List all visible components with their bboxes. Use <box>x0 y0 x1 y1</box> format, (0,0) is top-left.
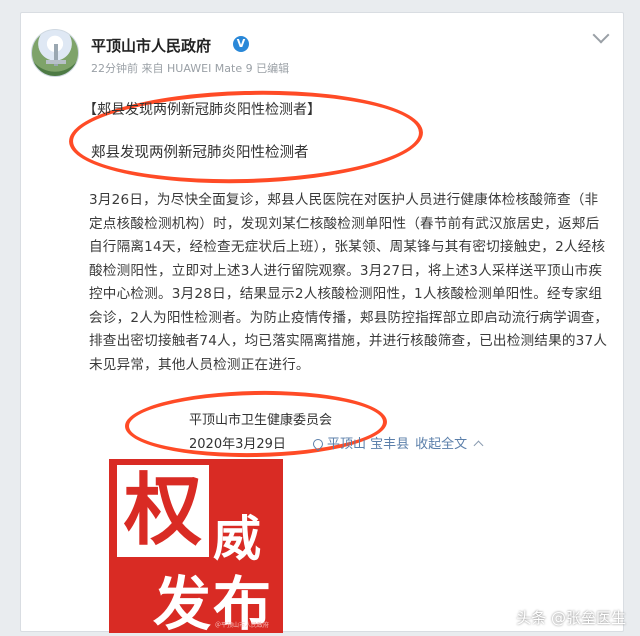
account-avatar[interactable] <box>31 29 79 77</box>
post-meta: 22分钟前 来自 HUAWEI Mate 9 已编辑 <box>91 62 290 75</box>
post-body: 3月26日，为尽快全面复诊，郏县人民医院在对医护人员进行健康体检核酸筛查（非定点… <box>89 192 609 373</box>
verified-badge-icon: V <box>233 36 249 52</box>
authority-release-image[interactable]: 权 威 发布 ＠平顶山市人民政府 <box>109 459 283 633</box>
account-name[interactable]: 平顶山市人民政府 <box>91 35 211 56</box>
location-link[interactable]: 平顶山 宝丰县 <box>327 437 409 452</box>
promo-tiny-caption: ＠平顶山市人民政府 <box>215 622 270 629</box>
post-signer: 平顶山市卫生健康委员会 <box>189 413 333 428</box>
weibo-post-card: 平顶山市人民政府 V 22分钟前 来自 HUAWEI Mate 9 已编辑 【郏… <box>20 12 624 633</box>
post-date: 2020年3月29日 <box>189 437 286 452</box>
collapse-link[interactable]: 收起全文 <box>415 437 467 452</box>
source-watermark: 头条 @张垒医生 <box>516 609 626 627</box>
location-pin-icon <box>310 436 326 452</box>
chevron-up-icon[interactable] <box>473 440 484 451</box>
post-bracket-title: 【郏县发现两例新冠肺炎阳性检测者】 <box>83 102 321 118</box>
promo-char-quan: 权 <box>117 465 209 557</box>
chevron-down-icon[interactable] <box>592 26 610 44</box>
post-headline: 郏县发现两例新冠肺炎阳性检测者 <box>91 145 309 161</box>
avatar-base-shape <box>46 60 66 64</box>
location-row: 平顶山 宝丰县 收起全文 <box>310 433 484 452</box>
